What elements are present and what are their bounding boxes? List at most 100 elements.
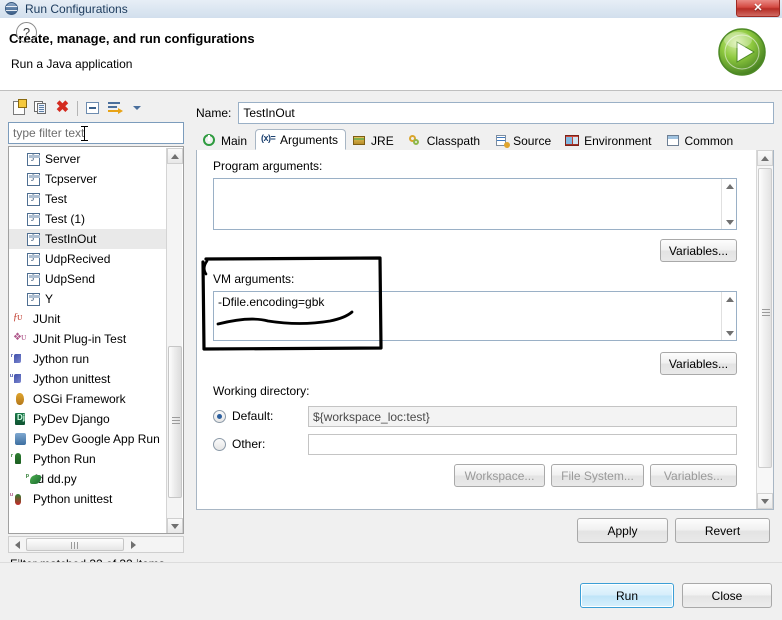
tree-item-udpsend[interactable]: UdpSend (9, 269, 167, 289)
delete-configuration-button[interactable]: ✖ (52, 98, 73, 118)
tree-hscrollbar-thumb[interactable] (26, 538, 124, 551)
tree-vertical-scrollbar[interactable] (166, 148, 183, 533)
vm-args-variables-button[interactable]: Variables... (660, 352, 737, 375)
arrow-up-icon (725, 296, 734, 302)
tree-item-python-unittest[interactable]: ᵘ Python unittest (9, 489, 167, 509)
apply-revert-row: Apply Revert (196, 518, 774, 544)
copy-icon (34, 101, 47, 115)
tree-item-test-1[interactable]: Test (1) (9, 209, 167, 229)
vm-arguments-textarea[interactable]: -Dfile.encoding=gbk (213, 291, 737, 341)
tree-item-label: Server (45, 152, 81, 166)
tree-item-server[interactable]: Server (9, 149, 167, 169)
tab-jre[interactable]: JRE (346, 130, 402, 150)
window-close-button[interactable]: ✕ (736, 0, 780, 17)
dialog-body: ✖ type filter text J Server J Tcpserver … (0, 91, 782, 571)
program-args-scrollbar[interactable] (721, 179, 736, 229)
apply-button[interactable]: Apply (577, 518, 668, 543)
vm-args-scroll-down[interactable] (722, 326, 736, 340)
tree-item-label: PyDev Google App Run (33, 432, 160, 446)
java-application-icon (27, 212, 40, 226)
program-arguments-textarea[interactable] (213, 178, 737, 230)
vm-args-scrollbar[interactable] (721, 292, 736, 340)
tab-common[interactable]: Common (660, 130, 742, 150)
run-button[interactable]: Run (580, 583, 674, 608)
default-directory-label: Default: (232, 409, 274, 423)
tree-scrollbar-thumb[interactable] (168, 346, 182, 498)
arrow-down-icon (761, 498, 769, 504)
tree-item-python-run[interactable]: ʳ Python Run (9, 449, 167, 469)
other-directory-radio-row[interactable]: Other: (213, 437, 265, 451)
tree-item-testinout[interactable]: TestInOut (9, 229, 167, 249)
new-configuration-button[interactable] (8, 98, 29, 118)
tree-item-junit-plug-in-test[interactable]: ❖ᴜ JUnit Plug-in Test (9, 329, 167, 349)
tree-item-jython-unittest[interactable]: ᵘ Jython unittest (9, 369, 167, 389)
junit-plugin-icon: ❖ᴜ (13, 331, 26, 343)
tab-source[interactable]: Source (488, 130, 559, 150)
java-application-icon (27, 192, 40, 206)
collapse-all-button[interactable] (82, 98, 103, 118)
java-application-icon (27, 252, 40, 266)
view-menu-button[interactable] (126, 98, 147, 118)
default-directory-radio-row[interactable]: Default: (213, 409, 273, 423)
run-configurations-dialog: Run Configurations ✕ Create, manage, and… (0, 0, 782, 620)
vm-args-scroll-up[interactable] (722, 292, 736, 306)
workspace-button[interactable]: Workspace... (454, 464, 545, 487)
tree-item-osgi-framework[interactable]: OSGi Framework (9, 389, 167, 409)
tree-scroll-right-button[interactable] (125, 537, 141, 552)
java-application-icon (27, 152, 40, 166)
tree-item-pydev-google-app-run[interactable]: PyDev Google App Run (9, 429, 167, 449)
help-question-icon[interactable]: ? (16, 22, 37, 43)
tree-item-y[interactable]: Y (9, 289, 167, 309)
filter-placeholder: type filter text (13, 126, 85, 140)
other-directory-radio[interactable] (213, 437, 226, 451)
panel-scrollbar-thumb[interactable] (758, 168, 772, 468)
tab-environment[interactable]: Environment (559, 130, 659, 150)
tree-scroll-down-button[interactable] (167, 518, 183, 533)
tree-item-test[interactable]: Test (9, 189, 167, 209)
grip-icon (71, 542, 80, 549)
program-args-variables-button[interactable]: Variables... (660, 239, 737, 262)
tab-classpath[interactable]: Classpath (402, 130, 488, 150)
close-icon: ✕ (753, 1, 763, 14)
close-button[interactable]: Close (682, 583, 772, 608)
tree-item-fd-dd-py[interactable]: ᵖ fd dd.py (9, 469, 167, 489)
tree-item-label: Python unittest (33, 492, 113, 506)
tree-item-udprecived[interactable]: UdpRecived (9, 249, 167, 269)
tree-item-label: Python Run (33, 452, 96, 466)
duplicate-configuration-button[interactable] (30, 98, 51, 118)
arrow-up-icon (171, 153, 179, 159)
panel-scroll-up-button[interactable] (757, 150, 773, 166)
tree-item-list: Server Tcpserver Test Test (1) TestInOut UdpR… (9, 149, 167, 509)
jython-icon: ʳ (11, 352, 28, 367)
tab-arguments[interactable]: (x)= Arguments (255, 129, 347, 150)
java-application-icon (27, 272, 40, 286)
revert-button[interactable]: Revert (675, 518, 770, 543)
tree-item-pydev-django[interactable]: Dj PyDev Django (9, 409, 167, 429)
configurations-tree[interactable]: Server Tcpserver Test Test (1) TestInOut UdpR… (8, 146, 184, 534)
tree-item-label: JUnit (33, 312, 61, 326)
other-directory-input[interactable] (308, 434, 737, 455)
default-directory-radio[interactable] (213, 409, 226, 423)
default-directory-input: ${workspace_loc:test} (308, 406, 737, 427)
tree-item-label: Jython unittest (33, 372, 111, 386)
tab-main[interactable]: Main (196, 130, 255, 150)
tree-scroll-up-button[interactable] (167, 148, 183, 164)
filter-button[interactable] (104, 98, 125, 118)
panel-scroll-down-button[interactable] (757, 493, 773, 509)
environment-tab-icon (565, 134, 580, 148)
tree-horizontal-scrollbar[interactable] (8, 536, 184, 553)
tree-scroll-left-button[interactable] (9, 537, 25, 552)
variables-button[interactable]: Variables... (650, 464, 737, 487)
program-args-scroll-up[interactable] (722, 179, 736, 193)
arguments-panel-scrollbar[interactable] (756, 150, 773, 509)
common-tab-icon (666, 134, 681, 148)
tree-item-jython-run[interactable]: ʳ Jython run (9, 349, 167, 369)
tree-item-tcpserver[interactable]: Tcpserver (9, 169, 167, 189)
filter-input[interactable]: type filter text (8, 122, 184, 144)
tree-item-label: Jython run (33, 352, 90, 366)
file-system-button[interactable]: File System... (551, 464, 644, 487)
tree-item-junit[interactable]: ƒᴜ JUnit (9, 309, 167, 329)
program-args-scroll-down[interactable] (722, 215, 736, 229)
tree-item-label: JUnit Plug-in Test (33, 332, 127, 346)
config-name-input[interactable]: TestInOut (238, 102, 774, 124)
